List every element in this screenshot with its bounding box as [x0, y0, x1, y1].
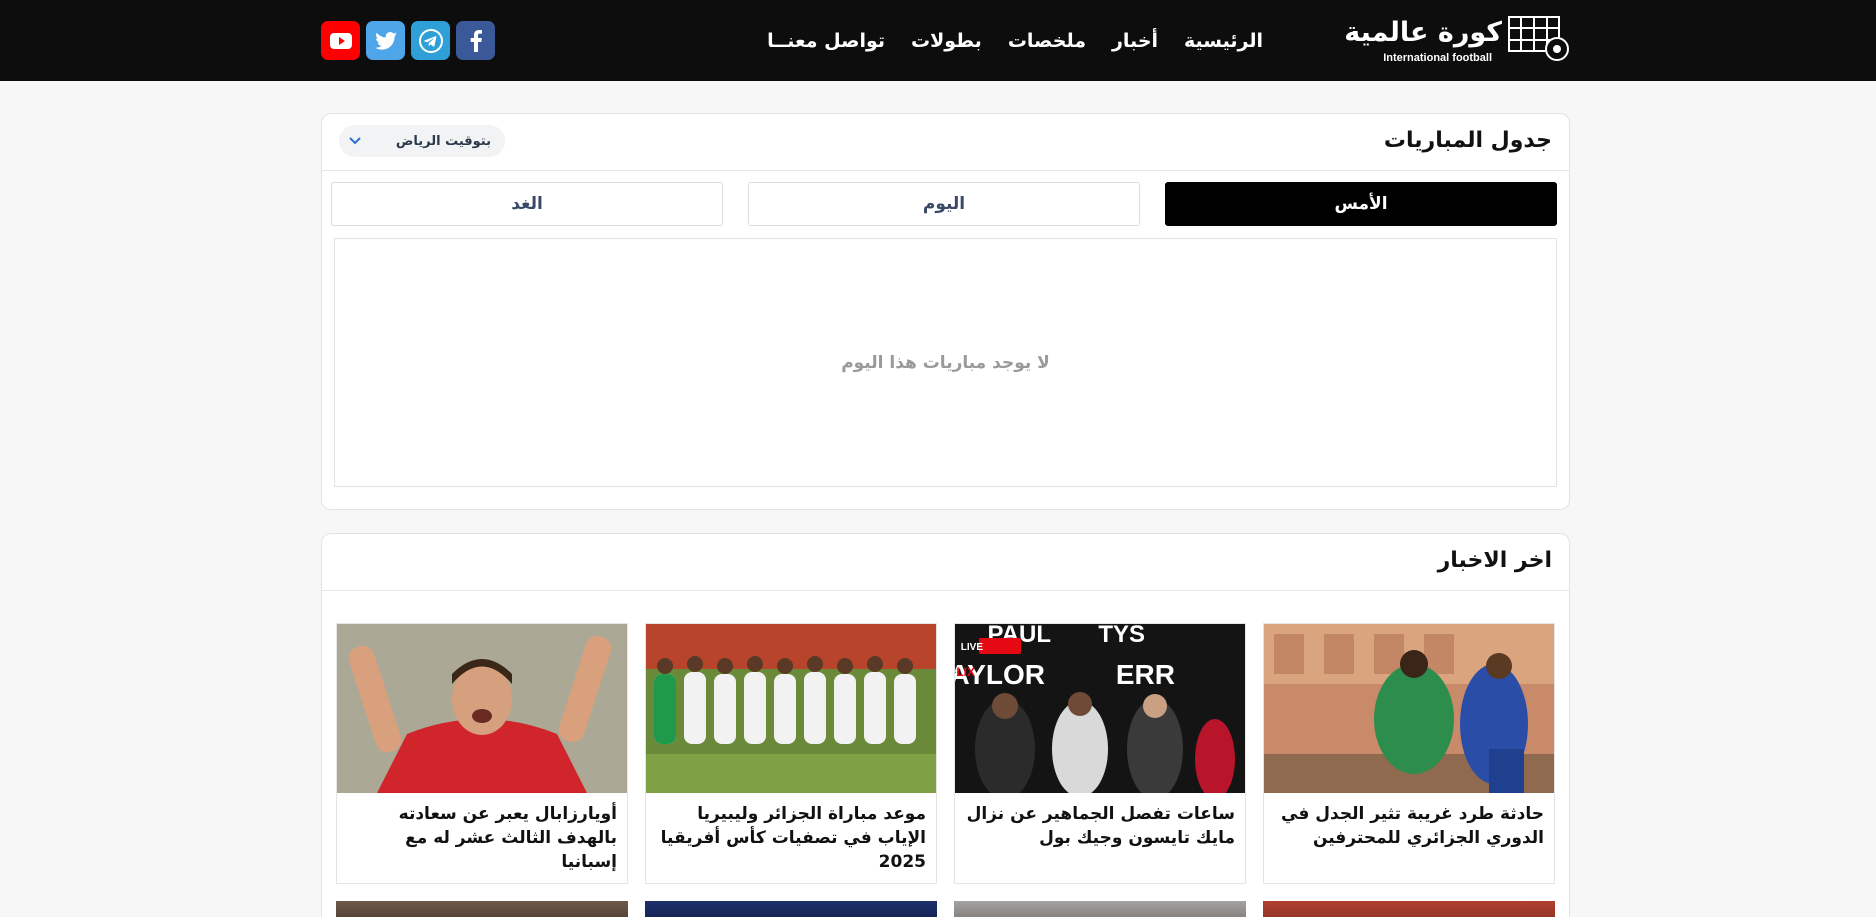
timezone-label: بتوقيت الرياض	[395, 133, 491, 149]
timezone-select[interactable]: بتوقيت الرياض	[339, 125, 505, 157]
nav-tournaments[interactable]: بطولات	[911, 26, 982, 56]
news-header: اخر الاخبار	[322, 534, 1569, 591]
telegram-icon[interactable]	[411, 21, 450, 60]
tab-yesterday[interactable]: الأمس	[1165, 182, 1557, 226]
news-card[interactable]: حادثة طرد غريبة تثير الجدل في الدوري الج…	[1263, 623, 1555, 884]
svg-text:NETFLIX: NETFLIX	[955, 665, 975, 679]
news-card[interactable]	[336, 901, 628, 917]
schedule-title: جدول المباريات	[1383, 128, 1552, 153]
latest-news: اخر الاخبار حادثة طرد غريبة تثير الجدل ف…	[321, 533, 1570, 917]
main-nav: الرئيسية أخبار ملخصات بطولات تواصل معنــ…	[767, 26, 1263, 56]
site-logo[interactable]: كورة عالمية International football	[1344, 14, 1570, 70]
news-title: اخر الاخبار	[1437, 548, 1552, 573]
empty-message: لا يوجد مباريات هذا اليوم	[841, 352, 1050, 373]
news-headline[interactable]: موعد مباراة الجزائر وليبيريا الإياب في ت…	[656, 802, 926, 874]
svg-text:TYS: TYS	[1098, 624, 1145, 648]
tab-tomorrow[interactable]: الغد	[331, 182, 723, 226]
news-headline[interactable]: أويارزابال يعبر عن سعادته بالهدف الثالث …	[347, 802, 617, 874]
logo-english-text: International football	[1383, 52, 1492, 64]
news-headline[interactable]: ساعات تفصل الجماهير عن نزال مايك تايسون …	[965, 802, 1235, 850]
news-grid: حادثة طرد غريبة تثير الجدل في الدوري الج…	[336, 623, 1555, 917]
youtube-icon[interactable]	[321, 21, 360, 60]
social-links	[321, 21, 495, 60]
matches-list: لا يوجد مباريات هذا اليوم	[334, 238, 1557, 487]
news-image[interactable]: PAUL TYS TAYLOR ERR LIVE NETFLIX	[955, 624, 1245, 793]
match-schedule: جدول المباريات بتوقيت الرياض الأمس اليوم…	[321, 113, 1570, 510]
nav-contact[interactable]: تواصل معنــا	[767, 26, 885, 56]
news-card[interactable]: موعد مباراة الجزائر وليبيريا الإياب في ت…	[645, 623, 937, 884]
site-header: كورة عالمية International football الرئي…	[0, 0, 1876, 81]
day-tabs: الأمس اليوم الغد	[331, 182, 1557, 226]
news-card[interactable]	[1263, 901, 1555, 917]
news-card[interactable]: PAUL TYS TAYLOR ERR LIVE NETFLIX ساعات ت	[954, 623, 1246, 884]
news-card[interactable]	[645, 901, 937, 917]
twitter-icon[interactable]	[366, 21, 405, 60]
news-image[interactable]	[646, 624, 936, 793]
chevron-down-icon	[349, 137, 361, 145]
news-image[interactable]	[1264, 624, 1554, 793]
nav-news[interactable]: أخبار	[1112, 26, 1158, 56]
stadium-grid-icon	[1508, 16, 1569, 61]
logo-arabic-text: كورة عالمية	[1344, 17, 1502, 48]
news-card[interactable]: أويارزابال يعبر عن سعادته بالهدف الثالث …	[336, 623, 628, 884]
nav-home[interactable]: الرئيسية	[1184, 26, 1263, 56]
schedule-header: جدول المباريات بتوقيت الرياض	[322, 114, 1569, 171]
tab-today[interactable]: اليوم	[748, 182, 1140, 226]
news-headline[interactable]: حادثة طرد غريبة تثير الجدل في الدوري الج…	[1274, 802, 1544, 850]
nav-highlights[interactable]: ملخصات	[1008, 26, 1086, 56]
news-image[interactable]	[337, 624, 627, 793]
svg-text:ERR: ERR	[1116, 659, 1175, 690]
svg-text:LIVE: LIVE	[961, 642, 984, 653]
facebook-icon[interactable]	[456, 21, 495, 60]
news-card[interactable]	[954, 901, 1246, 917]
